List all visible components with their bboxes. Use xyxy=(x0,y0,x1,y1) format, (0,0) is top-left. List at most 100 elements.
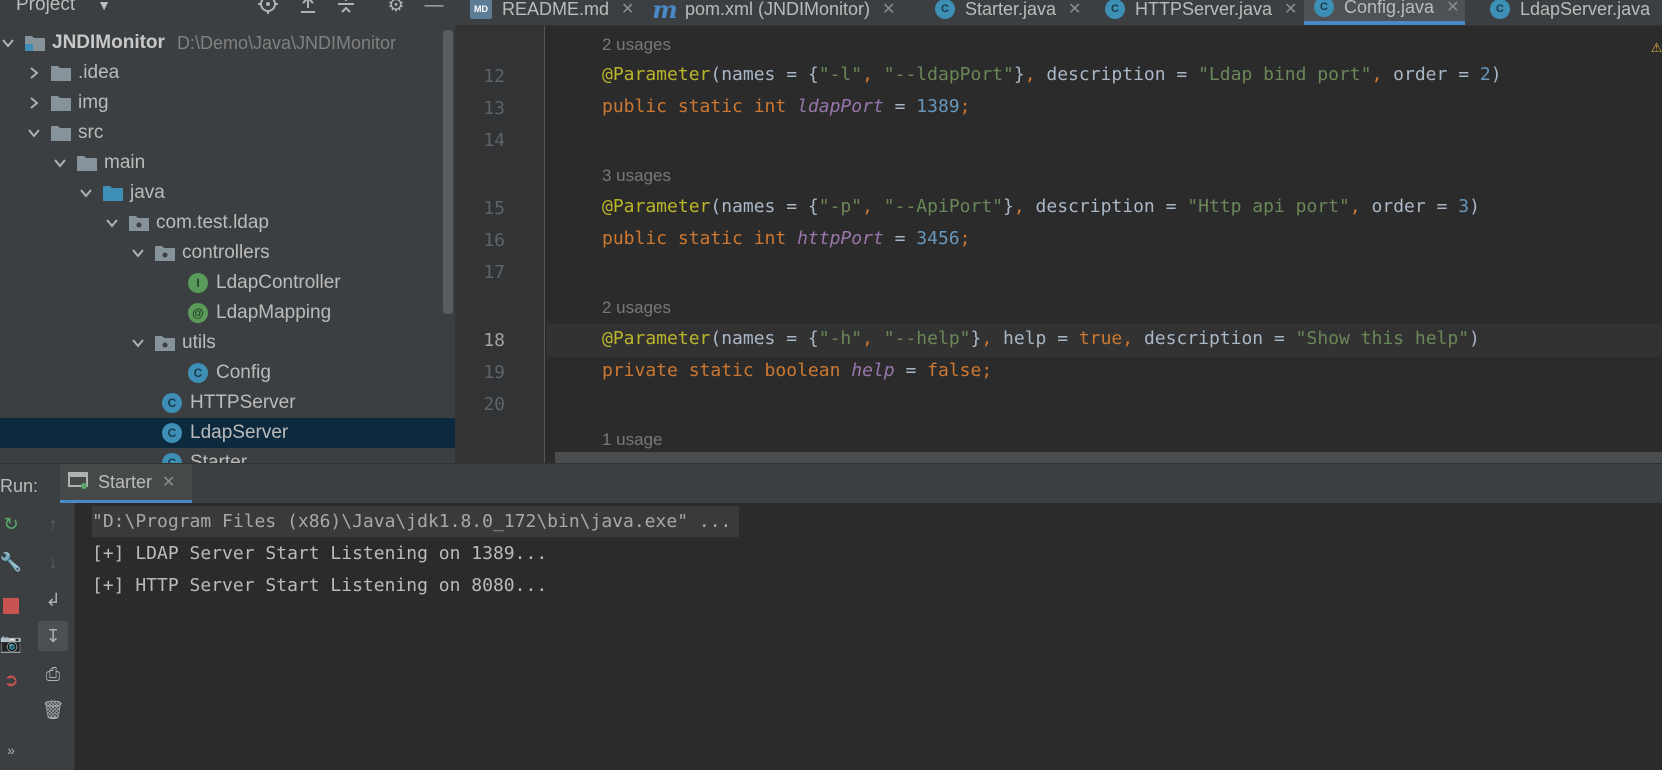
code-token: "Show this help" xyxy=(1295,328,1470,349)
usages-hint[interactable]: 2 usages xyxy=(602,298,671,318)
wrench-icon[interactable]: 🔧 xyxy=(0,547,26,577)
more-icon[interactable]: » xyxy=(0,735,26,765)
camera-icon[interactable]: 📷 xyxy=(0,628,26,658)
collapse-all-icon[interactable] xyxy=(334,0,358,18)
code-token: = xyxy=(883,228,917,249)
warning-icon[interactable]: ⚠ xyxy=(1651,36,1662,57)
code-editor[interactable]: 2 usages 12 @Parameter(names = {"-l", "-… xyxy=(455,26,1662,463)
tree-item-ldapserver[interactable]: C LdapServer xyxy=(0,418,455,448)
soft-wrap-icon[interactable]: ↲ xyxy=(38,585,68,615)
line-number: 15 xyxy=(483,198,505,219)
close-icon[interactable]: ✕ xyxy=(1068,0,1081,19)
horizontal-scrollbar[interactable] xyxy=(555,452,1662,463)
expand-all-icon[interactable] xyxy=(296,0,320,18)
chevron-down-icon[interactable] xyxy=(26,125,42,141)
tree-item-ldapcontroller[interactable]: I LdapController xyxy=(0,268,440,298)
tree-item-controllers[interactable]: controllers xyxy=(0,238,440,268)
run-actions-bar: ↻ 🔧 📷 ➲ » xyxy=(0,503,30,770)
chevron-down-icon[interactable] xyxy=(104,215,120,231)
code-token: , xyxy=(862,64,884,85)
tab-starter[interactable]: C Starter.java ✕ xyxy=(935,0,1081,25)
code-token: private static boolean xyxy=(602,360,852,381)
tree-item-java[interactable]: java xyxy=(0,178,440,208)
tab-label: HTTPServer.java xyxy=(1135,0,1273,19)
code-token: order = xyxy=(1371,196,1459,217)
tree-item-config[interactable]: C Config xyxy=(0,358,440,388)
tree-item-utils[interactable]: utils xyxy=(0,328,440,358)
chevron-right-icon[interactable] xyxy=(26,95,42,111)
code-token: } xyxy=(970,328,982,349)
chevron-down-icon[interactable] xyxy=(130,245,146,261)
maven-icon: m xyxy=(652,0,678,24)
usages-hint[interactable]: 2 usages xyxy=(602,35,671,55)
gear-icon[interactable]: ⚙ xyxy=(384,0,408,18)
tree-item-package-root[interactable]: com.test.ldap xyxy=(0,208,440,238)
trash-icon[interactable]: 🗑 xyxy=(38,695,68,725)
close-icon[interactable]: ✕ xyxy=(882,0,895,19)
tree-item-label: src xyxy=(78,122,104,143)
chevron-down-icon[interactable] xyxy=(0,35,16,51)
run-panel-body: ↻ 🔧 📷 ➲ » ↑ ↓ ↲ ↧ ⎙ 🗑 "D:\Program Files … xyxy=(0,503,1662,770)
tree-item-idea[interactable]: .idea xyxy=(0,58,440,88)
code-token: , xyxy=(1013,196,1036,217)
arrow-up-icon[interactable]: ↑ xyxy=(38,509,68,539)
close-icon[interactable]: ✕ xyxy=(162,472,175,492)
code-token: (names = { xyxy=(710,328,819,349)
project-tree: JNDIMonitor D:\Demo\Java\JNDIMonitor .id… xyxy=(0,28,455,463)
locate-icon[interactable] xyxy=(256,0,280,18)
tab-config[interactable]: C Config.java ✕ xyxy=(1304,0,1466,25)
tab-label: LdapServer.java xyxy=(1520,0,1651,19)
print-icon[interactable]: ⎙ xyxy=(38,659,68,689)
arrow-down-icon[interactable]: ↓ xyxy=(38,547,68,577)
tree-item-main[interactable]: main xyxy=(0,148,440,178)
close-icon[interactable]: ✕ xyxy=(1446,0,1459,17)
tab-pom[interactable]: m pom.xml (JNDIMonitor) ✕ xyxy=(652,0,895,25)
tree-scrollbar[interactable] xyxy=(443,30,453,314)
chevron-down-icon[interactable] xyxy=(52,155,68,171)
tab-label: Config.java xyxy=(1344,0,1435,17)
tab-httpserver[interactable]: C HTTPServer.java ✕ xyxy=(1105,0,1297,25)
tab-ldapserver[interactable]: C LdapServer.java xyxy=(1490,0,1650,25)
usages-hint[interactable]: 3 usages xyxy=(602,166,671,186)
stop-icon[interactable] xyxy=(0,591,26,621)
code-token: 3456 xyxy=(916,228,960,249)
tab-label: Starter.java xyxy=(965,0,1057,19)
code-token: ; xyxy=(959,96,971,117)
code-token: "Ldap bind port" xyxy=(1198,64,1372,85)
tree-item-img[interactable]: img xyxy=(0,88,440,118)
tree-item-ldapmapping[interactable]: @ LdapMapping xyxy=(0,298,440,328)
line-number: 19 xyxy=(483,362,505,383)
tab-readme[interactable]: MD README.md ✕ xyxy=(470,0,634,25)
code-token: ) xyxy=(1469,328,1480,349)
tree-item-label: Starter xyxy=(190,452,248,463)
run-tab-starter[interactable]: Starter ✕ xyxy=(60,464,192,504)
close-icon[interactable]: ✕ xyxy=(1284,0,1297,19)
line-number: 13 xyxy=(483,98,505,119)
code-token: ldapPort xyxy=(797,96,884,117)
chevron-down-icon[interactable] xyxy=(78,185,94,201)
code-token: "-l" xyxy=(818,64,863,85)
tree-item-module-root[interactable]: JNDIMonitor D:\Demo\Java\JNDIMonitor xyxy=(0,28,440,58)
code-line-16: public static int httpPort = 3456; xyxy=(602,228,971,249)
exit-icon[interactable]: ➲ xyxy=(0,665,26,695)
code-token: , xyxy=(862,328,884,349)
minimize-icon[interactable]: — xyxy=(422,0,446,18)
line-number: 16 xyxy=(483,230,505,251)
rerun-icon[interactable]: ↻ xyxy=(0,509,26,539)
tree-item-label: controllers xyxy=(182,242,270,263)
code-token: "-h" xyxy=(818,328,863,349)
usages-hint[interactable]: 1 usage xyxy=(602,430,663,450)
tree-item-src[interactable]: src xyxy=(0,118,440,148)
code-token: @Parameter xyxy=(602,64,711,85)
tree-item-starter[interactable]: C Starter xyxy=(0,448,440,463)
scroll-to-end-icon[interactable]: ↧ xyxy=(38,621,68,651)
chevron-right-icon[interactable] xyxy=(26,65,42,81)
code-token: help = xyxy=(1003,328,1079,349)
code-token: ) xyxy=(1490,64,1502,85)
tree-item-httpserver[interactable]: C HTTPServer xyxy=(0,388,440,418)
project-view-selector[interactable]: Project ▼ xyxy=(16,0,111,16)
code-token: 3 xyxy=(1458,196,1470,217)
close-icon[interactable]: ✕ xyxy=(621,0,634,19)
class-icon: C xyxy=(1490,0,1510,19)
chevron-down-icon[interactable] xyxy=(130,335,146,351)
